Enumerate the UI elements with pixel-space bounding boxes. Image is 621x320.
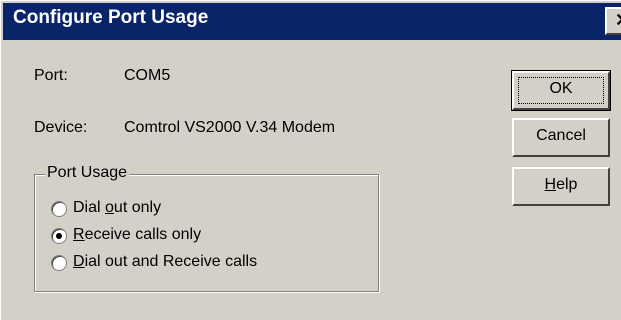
device-value: Comtrol VS2000 V.34 Modem — [124, 119, 336, 136]
radio-dot — [56, 233, 62, 239]
radio-label-dial-out-only: Dial out only — [73, 199, 162, 216]
port-value: COM5 — [124, 67, 171, 84]
ok-button[interactable]: OK — [511, 70, 611, 111]
configure-port-usage-dialog: Configure Port Usage ✕ Port: COM5 Device… — [0, 0, 621, 320]
ok-button-label: OK — [549, 80, 573, 97]
cancel-button[interactable]: Cancel — [512, 118, 610, 157]
radio-button-unchecked[interactable] — [51, 201, 67, 217]
help-button[interactable]: Help — [512, 167, 610, 206]
title-bar[interactable]: Configure Port Usage ✕ — [3, 3, 621, 40]
dialog-title: Configure Port Usage — [13, 7, 209, 28]
close-button[interactable]: ✕ — [605, 7, 621, 35]
port-label: Port: — [34, 67, 68, 84]
cancel-button-label: Cancel — [536, 127, 586, 144]
radio-label-receive-calls-only: Receive calls only — [73, 226, 202, 243]
device-label: Device: — [34, 119, 88, 136]
help-button-label: Help — [544, 176, 578, 193]
port-usage-legend: Port Usage — [45, 164, 130, 182]
radio-label-dial-out-and-receive: Dial out and Receive calls — [73, 253, 258, 270]
radio-button-checked[interactable] — [51, 228, 67, 244]
close-icon: ✕ — [615, 10, 621, 31]
radio-button-unchecked[interactable] — [51, 255, 67, 271]
